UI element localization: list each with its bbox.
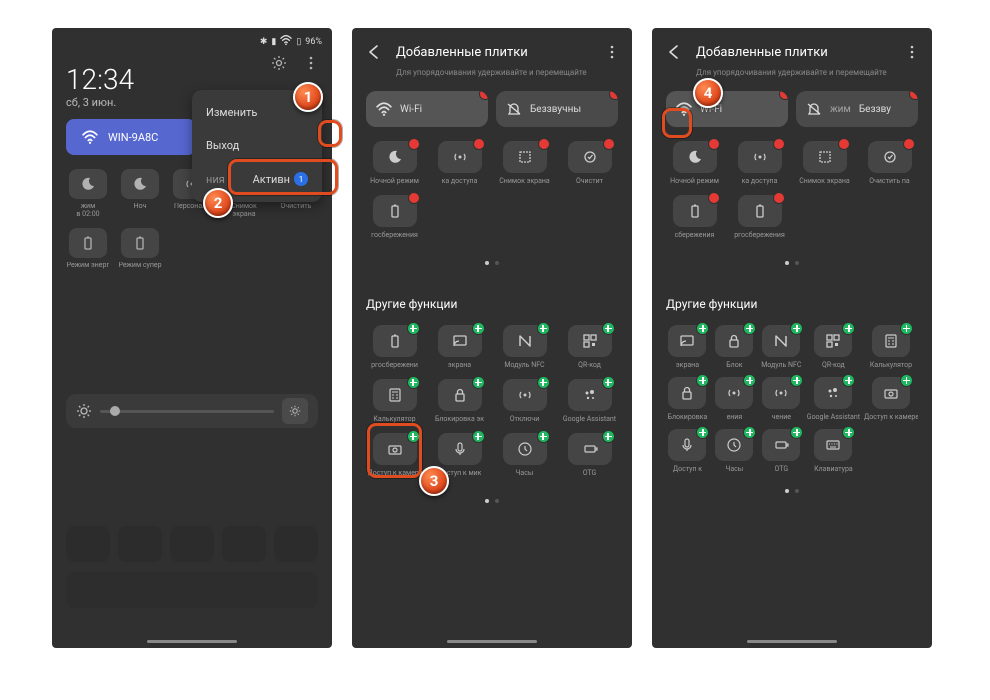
panel-subtitle: Для упорядочивания удерживайте и перемещ…: [652, 68, 932, 85]
brightness-slider[interactable]: [66, 394, 318, 428]
tile-energy-save[interactable]: Режим энерг: [66, 228, 110, 270]
other-tile-disconnect[interactable]: чение: [760, 377, 803, 421]
panel-title: Добавленные плитки: [696, 45, 892, 60]
added-tile-wifi[interactable]: Wi-Fi: [666, 91, 788, 127]
tile-super-save[interactable]: Режим супер: [118, 228, 162, 270]
other-tile-lock[interactable]: Блокировка эк: [431, 379, 488, 423]
other-tile-disconnect[interactable]: Отключи: [496, 379, 553, 423]
section-other-title: Другие функции: [352, 279, 632, 317]
other-tile-eniya[interactable]: ения: [713, 377, 756, 421]
pager-other: [352, 485, 632, 517]
active-count-badge: 1: [294, 172, 308, 186]
other-tile-cast[interactable]: экрана: [431, 325, 488, 369]
remove-badge[interactable]: [779, 91, 788, 100]
added-tile-screenshot[interactable]: Снимок экрана: [796, 141, 853, 185]
other-tile-camera[interactable]: Доступ к камере: [864, 377, 918, 421]
background-apps-row: [66, 526, 318, 562]
back-button[interactable]: [362, 40, 386, 64]
auto-brightness-toggle[interactable]: [282, 398, 308, 424]
added-tile-night[interactable]: Ночной режим: [366, 141, 423, 185]
overflow-menu: Изменить Выход ния Активн 1: [192, 90, 322, 202]
tile-night-mode[interactable]: Ноч: [118, 169, 162, 218]
pager-other: [652, 481, 932, 501]
other-tile-nfc[interactable]: Модуль NFC: [760, 325, 803, 369]
other-tile-calc[interactable]: Калькулятор: [864, 325, 918, 369]
added-tile-clean[interactable]: Очистить па: [861, 141, 918, 185]
bluetooth-icon: ✱: [260, 37, 268, 47]
wifi-icon: [280, 34, 292, 49]
signal-icon: ▮: [271, 37, 276, 47]
menu-item-exit[interactable]: Выход: [192, 129, 322, 162]
added-tile-screenshot[interactable]: Снимок экрана: [496, 141, 553, 185]
added-tile-battery2[interactable]: ргосбережения: [731, 195, 788, 239]
other-tile-lock2[interactable]: Блокировка: [666, 377, 709, 421]
panel-subtitle: Для упорядочивания удерживайте и перемещ…: [352, 68, 632, 85]
panel-title: Добавленные плитки: [396, 45, 592, 60]
pager-added: [652, 247, 932, 279]
more-menu-icon[interactable]: [300, 52, 322, 74]
wifi-toggle-tile[interactable]: WIN-9A8C: [66, 119, 196, 155]
other-tile-mic[interactable]: Доступ к мик: [431, 433, 488, 477]
added-tile-hotspot[interactable]: ка доступа: [731, 141, 788, 185]
settings-gear-icon[interactable]: [268, 52, 290, 74]
other-tile-camera[interactable]: Доступ к камере: [366, 433, 423, 477]
background-dock: [66, 572, 318, 608]
wifi-ssid: WIN-9A8C: [108, 131, 158, 144]
other-tile-otg[interactable]: OTG: [561, 433, 618, 477]
other-tile-assistant[interactable]: Google Assistant: [561, 379, 618, 423]
other-tile-keyboard[interactable]: Клавиатура: [807, 429, 860, 473]
added-tile-night[interactable]: Ночной режим: [666, 141, 723, 185]
other-tile-assistant[interactable]: Google Assistant: [807, 377, 860, 421]
section-other-title: Другие функции: [652, 279, 932, 317]
phone-screen-2: Добавленные плитки Для упорядочивания уд…: [352, 28, 632, 648]
added-tile-dnd[interactable]: жим Беззву: [796, 91, 918, 127]
phone-screen-1: ✱ ▮ ▯ 96% 12:34 сб, 3 июн. WIN-9A8C Изме…: [52, 28, 332, 648]
back-button[interactable]: [662, 40, 686, 64]
menu-item-edit[interactable]: Изменить: [192, 96, 322, 129]
more-menu-icon[interactable]: [902, 44, 922, 60]
battery-icon: ▯: [296, 37, 301, 47]
status-bar: ✱ ▮ ▯ 96%: [52, 28, 332, 55]
other-tile-qr[interactable]: QR-код: [561, 325, 618, 369]
home-indicator[interactable]: [147, 640, 237, 643]
remove-badge[interactable]: [609, 91, 618, 100]
other-tile-access[interactable]: Доступ к: [666, 429, 709, 473]
added-tile-battery[interactable]: госбережения: [366, 195, 423, 239]
other-tile-nfc[interactable]: Модуль NFC: [496, 325, 553, 369]
more-menu-icon[interactable]: [602, 44, 622, 60]
home-indicator[interactable]: [447, 640, 537, 643]
other-tile-block[interactable]: Блок: [713, 325, 756, 369]
other-tile-cast[interactable]: экрана: [666, 325, 709, 369]
added-tile-battery1[interactable]: сбережения: [666, 195, 723, 239]
added-tile-clean[interactable]: Очистит: [561, 141, 618, 185]
added-tile-dnd[interactable]: Беззвучны: [496, 91, 618, 127]
other-tile-powersave[interactable]: ргосбережени: [366, 325, 423, 369]
home-indicator[interactable]: [747, 640, 837, 643]
menu-item-active-tab[interactable]: ния Активн 1: [192, 162, 322, 196]
battery-percent: 96%: [305, 37, 322, 47]
other-tile-otg[interactable]: OTG: [760, 429, 803, 473]
other-tile-clock[interactable]: Часы: [496, 433, 553, 477]
other-tile-clock[interactable]: Часы: [713, 429, 756, 473]
other-tile-qr[interactable]: QR-код: [807, 325, 860, 369]
other-tile-calc[interactable]: Калькулятор: [366, 379, 423, 423]
remove-badge[interactable]: [909, 91, 918, 100]
remove-badge[interactable]: [479, 91, 488, 100]
phone-screen-3: Добавленные плитки Для упорядочивания уд…: [652, 28, 932, 648]
tile-night[interactable]: жимв 02:00: [66, 169, 110, 218]
added-tile-wifi[interactable]: Wi-Fi: [366, 91, 488, 127]
pager-added: [352, 247, 632, 279]
added-tile-hotspot[interactable]: ка доступа: [431, 141, 488, 185]
